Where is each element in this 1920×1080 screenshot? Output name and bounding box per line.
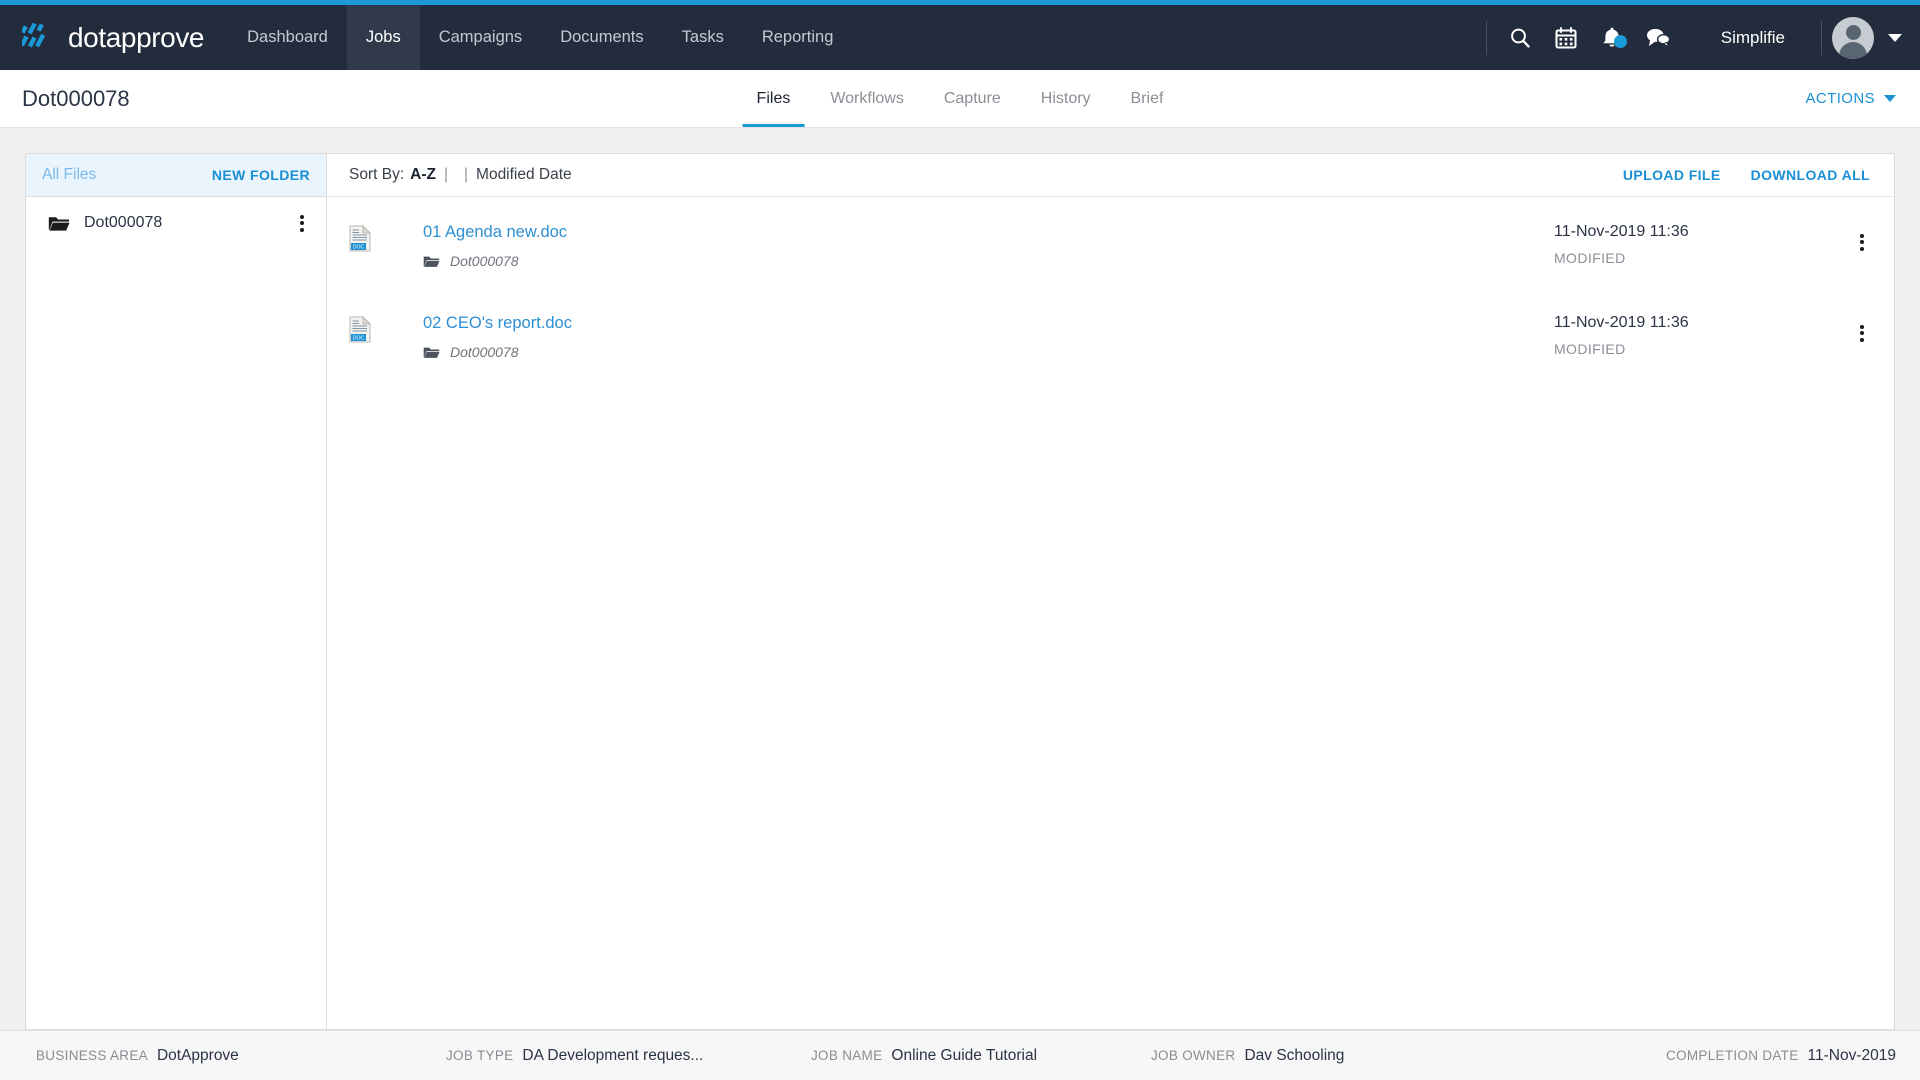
notifications-button[interactable] [1589,5,1635,70]
file-modified-date: 11-Nov-2019 11:36 [1554,314,1689,331]
brand-logo[interactable]: dotapprove [0,5,228,70]
footer-value: Dav Schooling [1244,1046,1345,1064]
files-workspace: All Files NEW FOLDER Dot000078 Sort By: A… [0,128,1920,1030]
actions-button[interactable]: ACTIONS [1806,70,1920,127]
job-sub-header: Dot000078 Files Workflows Capture Histor… [0,70,1920,128]
svg-text:DOC: DOC [353,245,365,251]
nav-divider [1485,20,1487,55]
job-tabs: Files Workflows Capture History Brief [737,70,1184,127]
nav-item-documents[interactable]: Documents [541,5,662,70]
file-folder-name: Dot000078 [450,344,519,360]
file-location: Dot000078 [423,253,567,269]
file-name-link[interactable]: 01 Agenda new.doc [423,223,567,242]
doc-file-icon: DOC [349,316,371,343]
primary-nav-links: Dashboard Jobs Campaigns Documents Tasks… [228,5,852,70]
footer-label: JOB NAME [811,1047,883,1063]
actions-chevron-down-icon [1884,95,1896,102]
calendar-button[interactable] [1543,5,1589,70]
nav-item-reporting[interactable]: Reporting [743,5,853,70]
file-modified-date: 11-Nov-2019 11:36 [1554,223,1689,240]
tab-history[interactable]: History [1021,70,1111,127]
tab-brief[interactable]: Brief [1111,70,1184,127]
sort-by-label: Sort By: [349,166,405,183]
new-folder-button[interactable]: NEW FOLDER [212,167,310,183]
file-list-toolbar: Sort By: A-Z | | Modified Date UPLOAD FILE D… [327,154,1894,197]
dotapprove-logo-icon [22,22,46,47]
sidebar-header: All Files NEW FOLDER [26,154,326,197]
footer-field-job-name: JOB NAME Online Guide Tutorial [811,1047,1151,1065]
user-divider [1821,20,1822,55]
tab-files[interactable]: Files [737,70,811,127]
file-row-kebab-menu-icon[interactable] [1854,227,1870,257]
file-row[interactable]: DOC 01 Agenda new.doc Dot000078 11-Nov-2… [327,197,1894,288]
file-info: 01 Agenda new.doc Dot000078 [423,223,567,269]
footer-label: JOB TYPE [446,1047,514,1063]
folder-sidebar: All Files NEW FOLDER Dot000078 [25,153,327,1030]
footer-field-job-owner: JOB OWNER Dav Schooling [1151,1047,1526,1065]
file-row-kebab-menu-icon[interactable] [1854,318,1870,348]
folder-open-icon [423,256,440,267]
search-button[interactable] [1497,5,1543,70]
tab-capture[interactable]: Capture [924,70,1021,127]
file-folder-name: Dot000078 [450,253,519,269]
sort-option-az[interactable]: A-Z [410,166,436,183]
footer-value: 11-Nov-2019 [1807,1046,1896,1064]
file-info: 02 CEO's report.doc Dot000078 [423,314,572,360]
file-meta: 11-Nov-2019 11:36 MODIFIED [1554,314,1844,357]
footer-label: BUSINESS AREA [36,1047,148,1063]
calendar-icon [1555,26,1577,48]
all-files-label[interactable]: All Files [42,166,96,184]
footer-value: DotApprove [156,1046,239,1064]
folder-open-icon [423,347,440,358]
sort-by-control: Sort By: A-Z | | Modified Date [349,166,572,184]
upload-file-button[interactable]: UPLOAD FILE [1623,167,1721,183]
chat-icon [1646,28,1670,48]
actions-label: ACTIONS [1805,90,1875,107]
file-meta: 11-Nov-2019 11:36 MODIFIED [1554,223,1844,266]
footer-value: DA Development reques... [522,1046,704,1064]
file-toolbar-actions: UPLOAD FILE DOWNLOAD ALL [1623,167,1870,183]
footer-label: JOB OWNER [1151,1047,1236,1063]
page-title: Dot000078 [22,85,130,111]
messages-button[interactable] [1635,5,1681,70]
sidebar-folder-name: Dot000078 [84,214,163,231]
user-menu-chevron-down-icon[interactable] [1888,33,1902,42]
sidebar-folder-kebab-menu-icon[interactable] [294,208,310,238]
brand-name: dotapprove [68,21,205,53]
svg-text:DOC: DOC [353,336,365,342]
nav-right-cluster: Simplifie [1476,5,1920,70]
sort-divider-1: | [443,166,448,183]
sidebar-folder-item[interactable]: Dot000078 [26,197,326,249]
nav-item-jobs[interactable]: Jobs [346,5,420,70]
main-navigation-bar: dotapprove Dashboard Jobs Campaigns Docu… [0,5,1920,70]
doc-file-icon: DOC [349,225,371,252]
file-row[interactable]: DOC 02 CEO's report.doc Dot000078 11-Nov… [327,288,1894,379]
avatar[interactable] [1832,16,1874,59]
tab-workflows[interactable]: Workflows [810,70,924,127]
sort-option-modified-date[interactable]: Modified Date [476,166,572,183]
download-all-button[interactable]: DOWNLOAD ALL [1751,167,1870,183]
file-status-badge: MODIFIED [1554,250,1626,266]
footer-value: Online Guide Tutorial [891,1046,1038,1064]
footer-label: COMPLETION DATE [1666,1047,1799,1063]
folder-open-icon [48,216,70,231]
file-status-badge: MODIFIED [1554,341,1626,357]
nav-item-tasks[interactable]: Tasks [663,5,743,70]
nav-item-campaigns[interactable]: Campaigns [420,5,541,70]
avatar-head [1845,24,1861,40]
file-name-link[interactable]: 02 CEO's report.doc [423,314,572,333]
file-list: DOC 01 Agenda new.doc Dot000078 11-Nov-2… [327,197,1894,1029]
notification-badge [1613,35,1627,48]
sort-divider-2: | [464,166,469,183]
avatar-body [1839,41,1867,59]
job-meta-footer: BUSINESS AREA DotApprove JOB TYPE DA Dev… [0,1030,1920,1080]
nav-item-dashboard[interactable]: Dashboard [228,5,347,70]
user-name-label: Simplifie [1720,27,1785,47]
footer-field-business-area: BUSINESS AREA DotApprove [36,1047,446,1065]
search-icon [1510,28,1530,48]
footer-field-job-type: JOB TYPE DA Development reques... [446,1047,811,1065]
footer-field-completion-date: COMPLETION DATE 11-Nov-2019 [1666,1047,1896,1065]
file-list-panel: Sort By: A-Z | | Modified Date UPLOAD FILE D… [326,153,1895,1030]
file-location: Dot000078 [423,344,572,360]
